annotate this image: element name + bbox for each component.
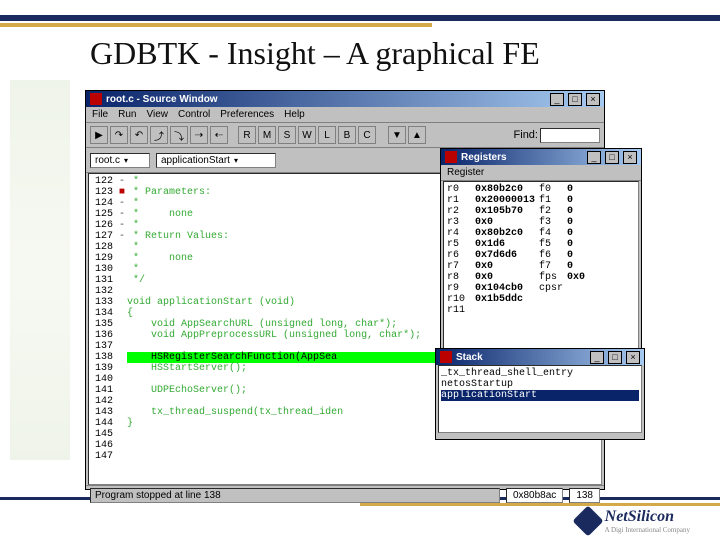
up-icon[interactable]: ▲ bbox=[408, 126, 426, 144]
titlebar[interactable]: Stack _ □ × bbox=[436, 349, 644, 365]
logo-tagline: A Digi International Company bbox=[605, 526, 690, 534]
console-icon[interactable]: C bbox=[358, 126, 376, 144]
menu-file[interactable]: File bbox=[92, 109, 108, 120]
find-label: Find: bbox=[514, 129, 538, 141]
logo-icon bbox=[572, 505, 603, 536]
status-addr: 0x80b8ac bbox=[506, 488, 563, 503]
menu-control[interactable]: Control bbox=[178, 109, 210, 120]
close-button[interactable]: × bbox=[623, 151, 637, 164]
app-icon bbox=[90, 93, 102, 105]
locals-icon[interactable]: L bbox=[318, 126, 336, 144]
app-icon bbox=[440, 351, 452, 363]
maximize-button[interactable]: □ bbox=[605, 151, 619, 164]
stepi-icon[interactable]: ⇢ bbox=[190, 126, 208, 144]
run-icon[interactable]: ▶ bbox=[90, 126, 108, 144]
continue-icon[interactable]: ⤵ bbox=[170, 126, 188, 144]
menubar: File Run View Control Preferences Help bbox=[86, 107, 604, 123]
nexti-icon[interactable]: ⇠ bbox=[210, 126, 228, 144]
stack-list[interactable]: _tx_thread_shell_entrynetosStartupapplic… bbox=[438, 365, 642, 433]
step-icon[interactable]: ↷ bbox=[110, 126, 128, 144]
logo: NetSilicon A Digi International Company bbox=[577, 508, 690, 534]
registers-window: Registers _ □ × Register r0r1r2r3r4r5r6r… bbox=[440, 148, 642, 363]
menu-preferences[interactable]: Preferences bbox=[220, 109, 274, 120]
decor-sidebar bbox=[10, 80, 70, 460]
finish-icon[interactable]: ⤴ bbox=[150, 126, 168, 144]
find-input[interactable] bbox=[540, 128, 600, 143]
page-title: GDBTK - Insight – A graphical FE bbox=[90, 35, 540, 72]
next-icon[interactable]: ↶ bbox=[130, 126, 148, 144]
menu-help[interactable]: Help bbox=[284, 109, 305, 120]
watch-icon[interactable]: W bbox=[298, 126, 316, 144]
minimize-button[interactable]: _ bbox=[587, 151, 601, 164]
decor-stripe bbox=[0, 15, 720, 21]
stack-icon[interactable]: S bbox=[278, 126, 296, 144]
status-text: Program stopped at line 138 bbox=[90, 488, 500, 503]
window-title: Registers bbox=[461, 152, 583, 163]
toolbar: ▶ ↷ ↶ ⤴ ⤵ ⇢ ⇠ R M S W L B C ▼ ▲ Find: bbox=[86, 123, 604, 148]
function-select[interactable]: applicationStart bbox=[156, 153, 276, 168]
decor-stripe bbox=[0, 23, 432, 27]
app-icon bbox=[445, 151, 457, 163]
titlebar[interactable]: root.c - Source Window _ □ × bbox=[86, 91, 604, 107]
file-select[interactable]: root.c bbox=[90, 153, 150, 168]
minimize-button[interactable]: _ bbox=[590, 351, 604, 364]
close-button[interactable]: × bbox=[626, 351, 640, 364]
registers-grid[interactable]: r0r1r2r3r4r5r6r7r8r9r10r110x80b2c00x2000… bbox=[443, 181, 639, 361]
status-line: 138 bbox=[569, 488, 600, 503]
window-title: Stack bbox=[456, 352, 586, 363]
menubar: Register bbox=[441, 165, 641, 181]
minimize-button[interactable]: _ bbox=[550, 93, 564, 106]
menu-register[interactable]: Register bbox=[447, 167, 484, 178]
statusbar: Program stopped at line 138 0x80b8ac 138 bbox=[86, 485, 604, 505]
menu-view[interactable]: View bbox=[146, 109, 168, 120]
window-title: root.c - Source Window bbox=[106, 94, 546, 105]
maximize-button[interactable]: □ bbox=[608, 351, 622, 364]
breakpoints-icon[interactable]: B bbox=[338, 126, 356, 144]
menu-run[interactable]: Run bbox=[118, 109, 136, 120]
close-button[interactable]: × bbox=[586, 93, 600, 106]
logo-text: NetSilicon bbox=[605, 508, 690, 526]
maximize-button[interactable]: □ bbox=[568, 93, 582, 106]
stack-window: Stack _ □ × _tx_thread_shell_entrynetosS… bbox=[435, 348, 645, 440]
registers-icon[interactable]: R bbox=[238, 126, 256, 144]
titlebar[interactable]: Registers _ □ × bbox=[441, 149, 641, 165]
memory-icon[interactable]: M bbox=[258, 126, 276, 144]
down-icon[interactable]: ▼ bbox=[388, 126, 406, 144]
